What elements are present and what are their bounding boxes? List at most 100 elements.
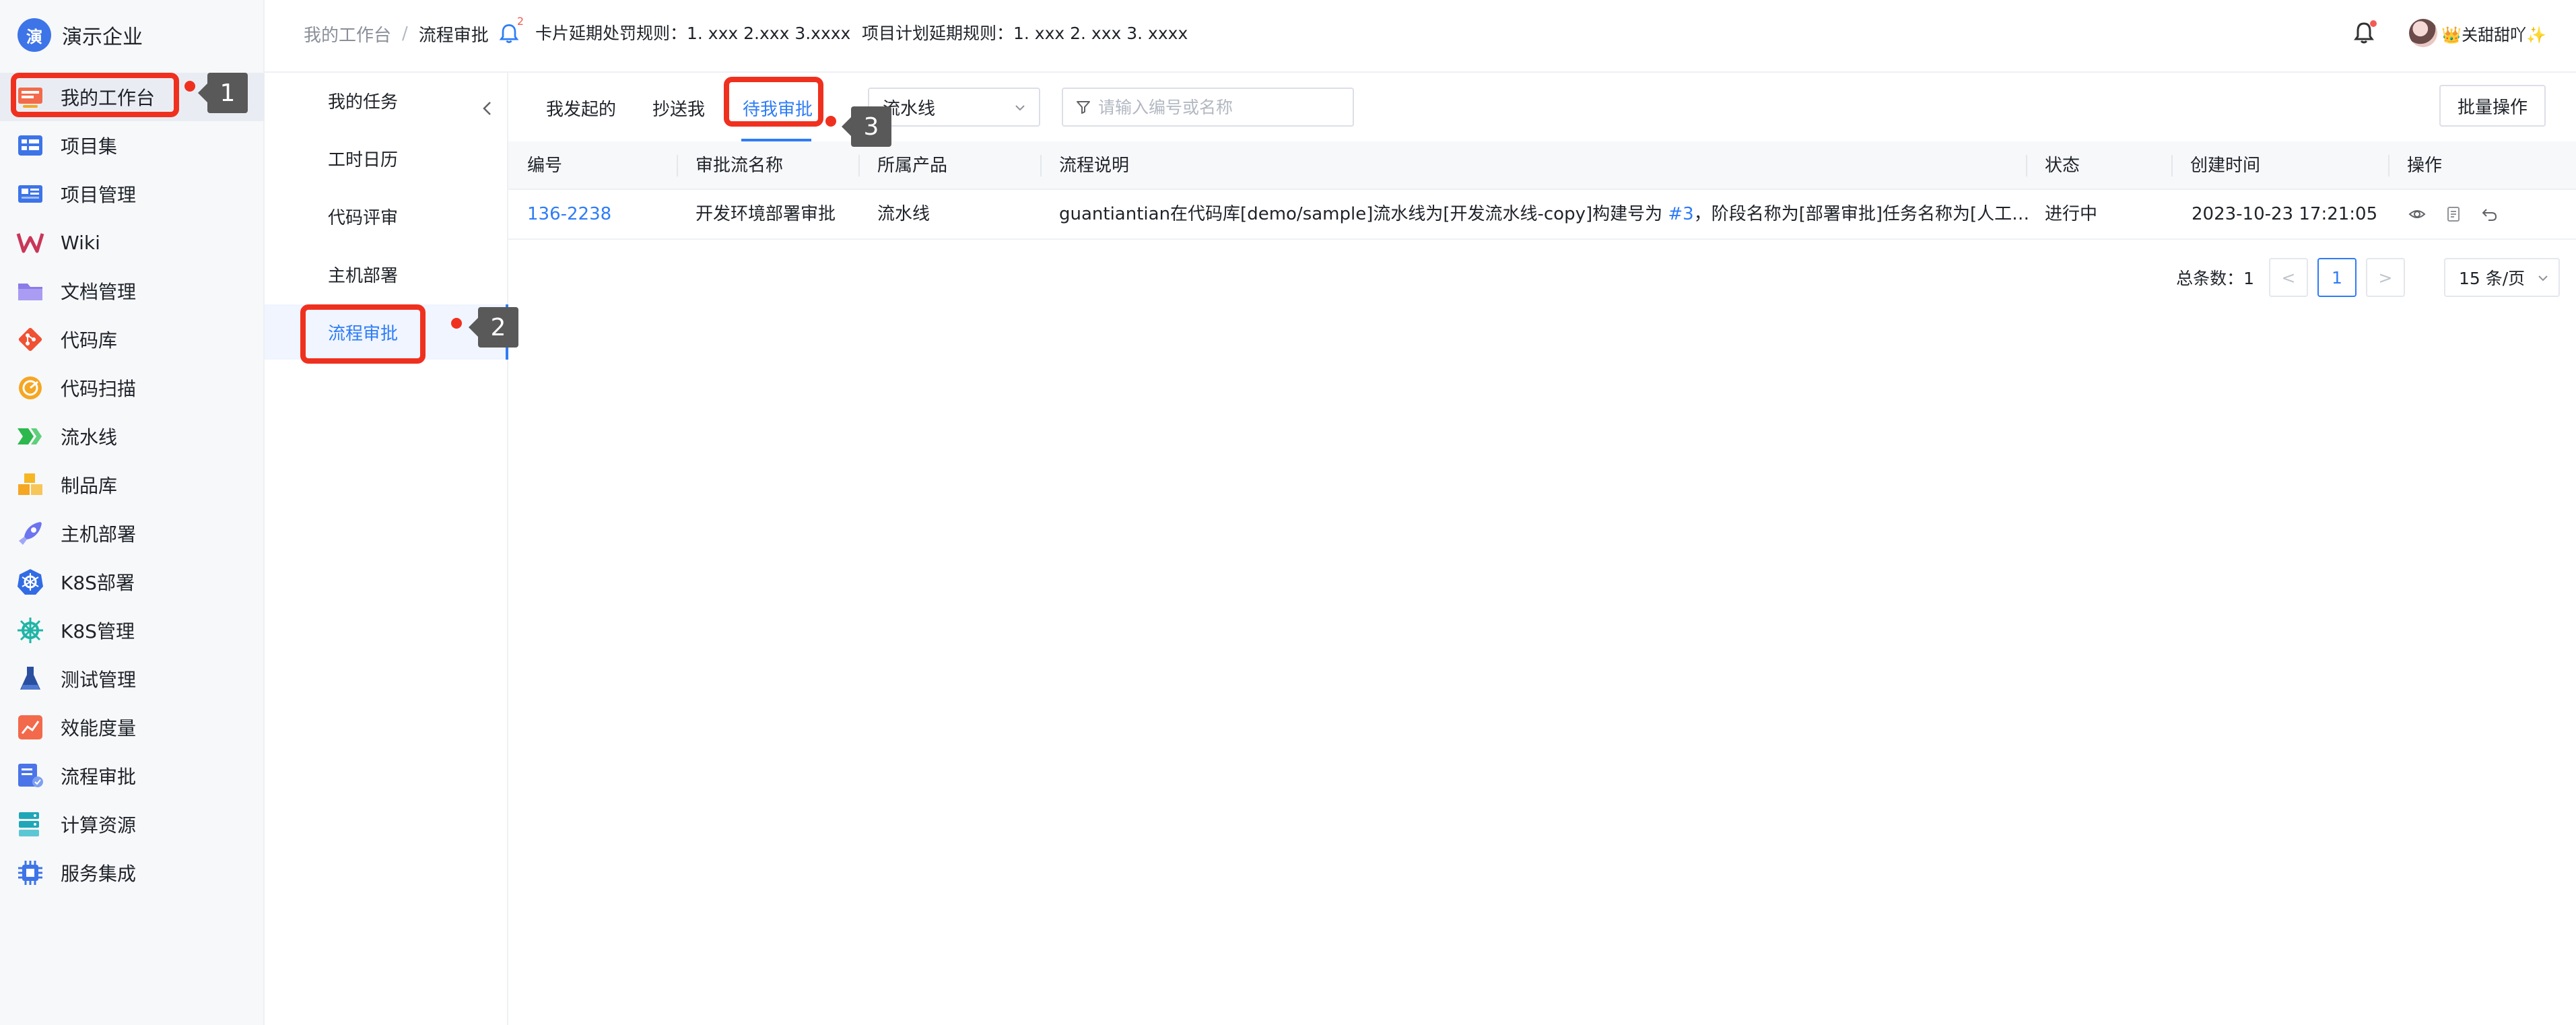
sidebar-item-service-integration[interactable]: 服务集成: [0, 849, 265, 897]
description-text-rest: ，阶段名称为[部署审批]任务名称为[人工审批...: [1693, 204, 2035, 224]
column-header-status: 状态: [2026, 141, 2080, 190]
eye-icon[interactable]: [2408, 205, 2426, 223]
sidebar-item-host-deploy[interactable]: 主机部署: [0, 509, 265, 558]
sidebar-item-flow-approval[interactable]: 流程审批: [0, 752, 265, 800]
sidebar-item-label: 流程审批: [61, 766, 137, 788]
scan-icon: [16, 374, 44, 402]
kubernetes-icon: [16, 568, 44, 596]
project-manage-icon: [16, 180, 44, 208]
sidebar-item-wiki[interactable]: Wiki: [0, 218, 265, 267]
top-header: 我的工作台 / 流程审批 2 卡片延期处罚规则：1. xxx 2.xxx 3.x…: [265, 0, 2576, 73]
sidebar-item-label: 项目管理: [61, 184, 137, 206]
row-status: 进行中: [2045, 204, 2098, 224]
sidebar-item-label: 计算资源: [61, 814, 137, 836]
annotation-callout-3: 3: [842, 106, 891, 147]
sidebar-item-label: 测试管理: [61, 669, 137, 691]
submenu-item-host-deploy[interactable]: 主机部署: [265, 246, 508, 302]
row-description: guantiantian在代码库[demo/sample]流水线为[开发流水线-…: [1040, 190, 2035, 238]
column-header-created: 创建时间: [2171, 141, 2260, 190]
page-size-select[interactable]: 15 条/页: [2444, 258, 2560, 297]
undo-icon[interactable]: [2481, 205, 2499, 223]
sidebar-item-label: K8S管理: [61, 620, 135, 642]
sidebar-item-project-set[interactable]: 项目集: [0, 121, 265, 170]
sidebar-item-test-manage[interactable]: 测试管理: [0, 655, 265, 703]
page-1-button[interactable]: 1: [2317, 258, 2357, 297]
annotation-dot: [825, 116, 836, 127]
chevron-down-icon: [1015, 105, 1025, 111]
breadcrumb-separator: /: [402, 24, 408, 44]
sidebar: 演 演示企业 我的工作台 项目集 项目管理 Wiki 文档管理 代码库 代码扫描…: [0, 0, 265, 1025]
sidebar-item-artifacts[interactable]: 制品库: [0, 461, 265, 509]
annotation-callout-1: 1: [198, 73, 248, 113]
sidebar-item-metrics[interactable]: 效能度量: [0, 703, 265, 752]
avatar: [2409, 19, 2438, 47]
highlight-flow-approval: [300, 304, 426, 364]
row-created-time: 2023-10-23 17:21:05: [2192, 204, 2378, 224]
helm-icon: [16, 616, 44, 644]
sidebar-item-label: 流水线: [61, 426, 118, 449]
prev-page-button[interactable]: <: [2269, 258, 2308, 297]
notification-bell[interactable]: [2350, 19, 2378, 47]
git-icon: [16, 325, 44, 354]
search-box[interactable]: [1062, 88, 1354, 127]
column-header-description: 流程说明: [1040, 141, 1129, 190]
sidebar-item-label: K8S部署: [61, 572, 135, 594]
column-header-actions: 操作: [2388, 141, 2442, 190]
brand[interactable]: 演 演示企业: [18, 16, 143, 54]
sidebar-item-code-repo[interactable]: 代码库: [0, 315, 265, 364]
submenu-item-timesheet[interactable]: 工时日历: [265, 131, 508, 186]
sidebar-item-k8s-manage[interactable]: K8S管理: [0, 606, 265, 655]
sidebar-item-k8s-deploy[interactable]: K8S部署: [0, 558, 265, 606]
table-row[interactable]: 136-2238 开发环境部署审批 流水线 guantiantian在代码库[d…: [508, 190, 2576, 240]
search-input[interactable]: [1098, 97, 1341, 117]
annotation-dot: [184, 81, 195, 92]
chevron-left-icon: <: [2281, 267, 2296, 288]
wiki-icon: [16, 228, 44, 257]
submenu-item-label: 工时日历: [328, 150, 399, 170]
batch-operation-button[interactable]: 批量操作: [2439, 85, 2546, 127]
build-number-link[interactable]: #3: [1668, 204, 1693, 224]
server-icon: [16, 810, 44, 838]
sidebar-item-docs[interactable]: 文档管理: [0, 267, 265, 315]
annotation-callout-2: 2: [469, 307, 518, 348]
user-menu[interactable]: 👑关甜甜吖✨: [2409, 18, 2546, 48]
highlight-workbench: [11, 73, 179, 117]
column-header-id: 编号: [527, 156, 563, 176]
tab-cc-me[interactable]: 抄送我: [652, 93, 705, 127]
submenu-item-label: 我的任务: [328, 92, 399, 112]
annotation-dot: [451, 318, 462, 329]
sidebar-item-code-scan[interactable]: 代码扫描: [0, 364, 265, 412]
project-set-icon: [16, 131, 44, 160]
pagination: 总条数：1 < 1 > 15 条/页: [2176, 257, 2560, 298]
chevron-down-icon: [2538, 275, 2548, 282]
user-name: 👑关甜甜吖✨: [2441, 25, 2546, 44]
row-id-link[interactable]: 136-2238: [527, 190, 611, 238]
product-select[interactable]: 流水线: [868, 88, 1040, 127]
workbench-submenu: 我的任务 工时日历 代码评审 主机部署 流程审批: [265, 73, 508, 1025]
row-actions: [2388, 190, 2499, 238]
sidebar-item-project-manage[interactable]: 项目管理: [0, 170, 265, 218]
page-size-value: 15 条/页: [2459, 269, 2526, 288]
collapse-icon[interactable]: [477, 98, 498, 119]
notice-bell[interactable]: 2: [497, 15, 524, 46]
next-page-button[interactable]: >: [2366, 258, 2405, 297]
sidebar-item-label: Wiki: [61, 231, 100, 254]
submenu-item-code-review[interactable]: 代码评审: [265, 189, 508, 244]
row-flow-name: 开发环境部署审批: [696, 204, 836, 224]
rocket-icon: [16, 519, 44, 548]
sidebar-item-label: 制品库: [61, 475, 118, 497]
artifact-icon: [16, 471, 44, 499]
chart-icon: [16, 713, 44, 741]
tab-initiated[interactable]: 我发起的: [546, 93, 616, 127]
breadcrumb-item-workbench[interactable]: 我的工作台: [304, 22, 391, 46]
total-count: 总条数：1: [2176, 269, 2254, 288]
sidebar-item-compute[interactable]: 计算资源: [0, 800, 265, 849]
submenu-item-my-tasks[interactable]: 我的任务: [265, 73, 508, 128]
sidebar-item-label: 代码扫描: [61, 378, 137, 400]
sidebar-item-label: 代码库: [61, 329, 118, 352]
sidebar-item-pipeline[interactable]: 流水线: [0, 412, 265, 461]
breadcrumb: 我的工作台 / 流程审批: [304, 20, 489, 47]
document-icon[interactable]: [2445, 205, 2462, 223]
brand-name: 演示企业: [62, 26, 143, 49]
notice-count: 2: [516, 15, 524, 28]
